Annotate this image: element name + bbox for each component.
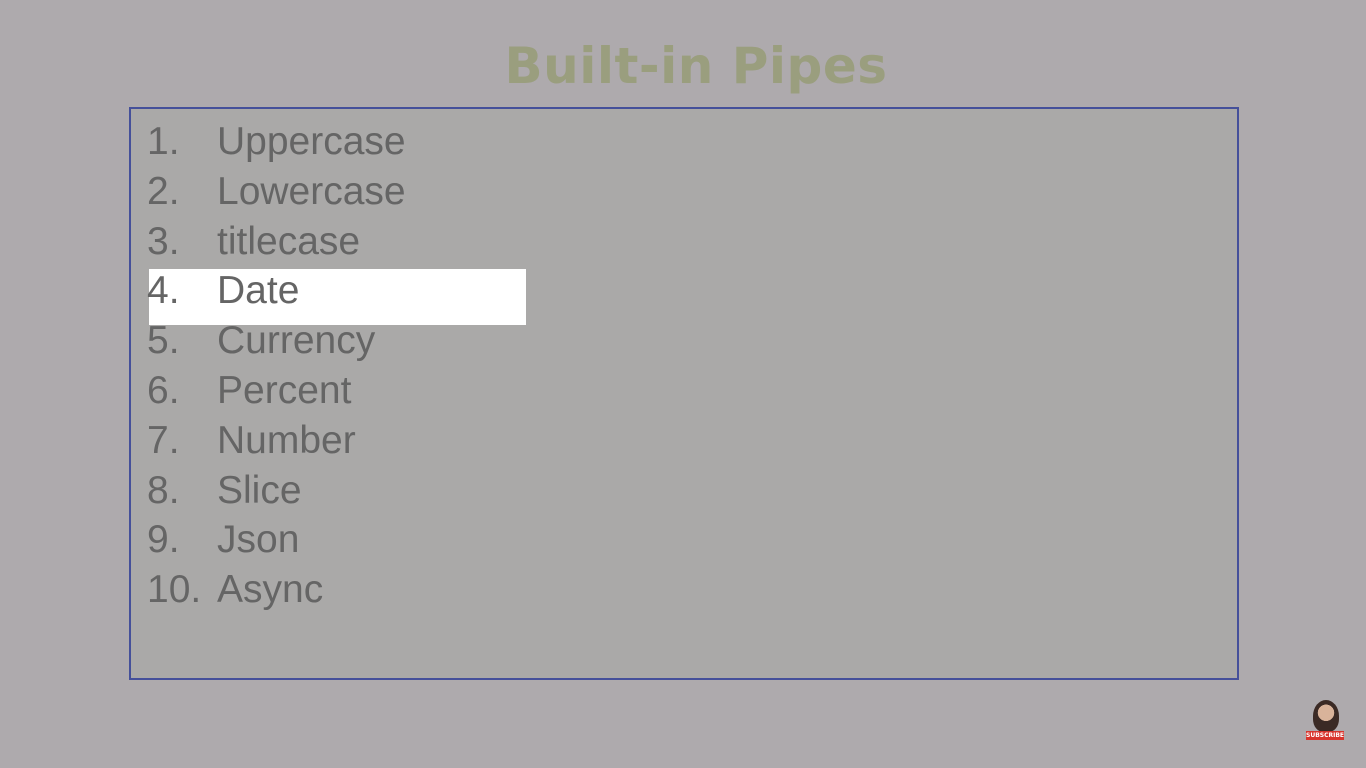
item-number: 6. bbox=[147, 368, 180, 412]
item-number: 1. bbox=[147, 120, 180, 163]
item-label: Async bbox=[217, 568, 324, 612]
item-label: titlecase bbox=[217, 219, 361, 263]
subscribe-watermark[interactable]: SUBSCRIBE bbox=[1305, 700, 1345, 742]
list-item-percent: 6. Percent bbox=[147, 366, 406, 416]
item-label: Lowercase bbox=[217, 169, 406, 213]
item-label: Slice bbox=[217, 468, 302, 512]
item-label: Currency bbox=[217, 319, 376, 363]
slide: Built-in Pipes 1. Uppercase 2. Lowercase 3… bbox=[0, 0, 1366, 768]
item-label: Number bbox=[217, 418, 356, 462]
item-label: Uppercase bbox=[217, 120, 406, 163]
pipes-list: 1. Uppercase 2. Lowercase 3. titlecase 4. Da… bbox=[147, 117, 406, 615]
item-number: 7. bbox=[147, 418, 180, 462]
list-item-async: 10. Async bbox=[147, 565, 406, 615]
item-label: Date bbox=[217, 269, 300, 313]
item-number: 3. bbox=[147, 219, 180, 263]
list-item-uppercase: 1. Uppercase bbox=[147, 117, 406, 167]
list-item-number: 7. Number bbox=[147, 416, 406, 466]
item-number: 8. bbox=[147, 468, 180, 512]
item-label: Json bbox=[217, 518, 300, 562]
channel-avatar-icon bbox=[1313, 700, 1339, 732]
list-item-lowercase: 2. Lowercase bbox=[147, 167, 406, 217]
slide-title: Built-in Pipes bbox=[504, 37, 888, 95]
list-item-titlecase: 3. titlecase bbox=[147, 217, 406, 267]
item-label: Percent bbox=[217, 368, 352, 412]
pipes-list-box: 1. Uppercase 2. Lowercase 3. titlecase 4. Da… bbox=[129, 107, 1239, 680]
item-number: 4. bbox=[147, 269, 180, 313]
item-number: 5. bbox=[147, 319, 180, 363]
item-number: 2. bbox=[147, 169, 180, 213]
subscribe-label: SUBSCRIBE bbox=[1306, 731, 1345, 740]
item-number: 9. bbox=[147, 518, 180, 562]
list-item-date: 4. Date bbox=[147, 266, 406, 316]
item-number: 10. bbox=[147, 568, 202, 612]
list-item-slice: 8. Slice bbox=[147, 466, 406, 516]
list-item-currency: 5. Currency bbox=[147, 316, 406, 366]
list-item-json: 9. Json bbox=[147, 515, 406, 565]
